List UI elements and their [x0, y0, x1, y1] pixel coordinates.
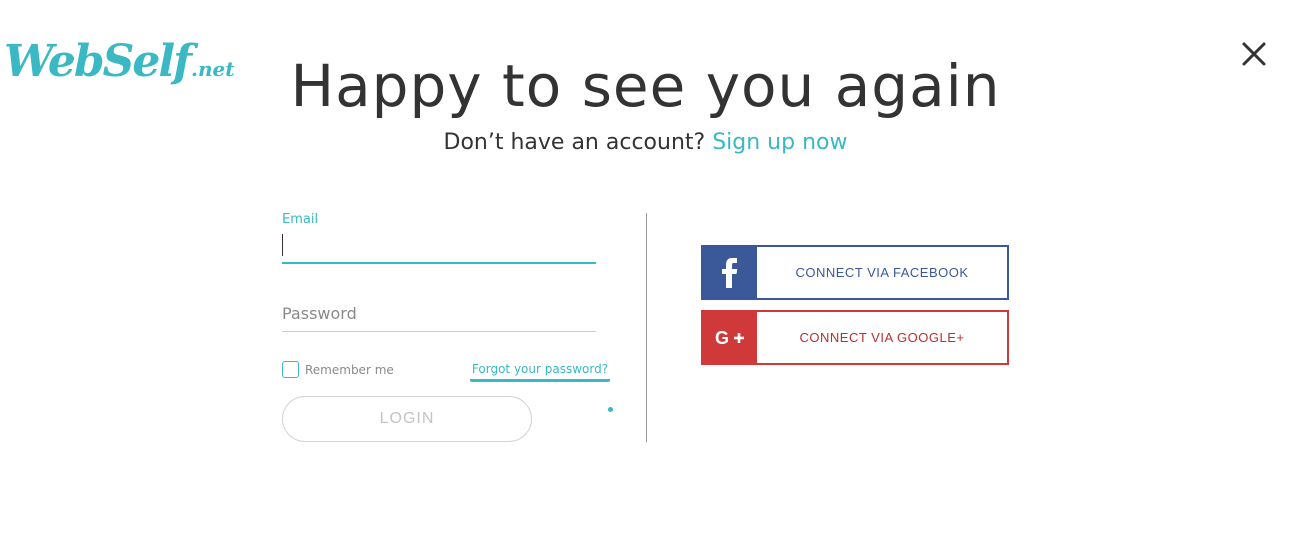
password-field[interactable] [282, 300, 596, 332]
signup-link[interactable]: Sign up now [712, 130, 847, 155]
vertical-divider [646, 213, 647, 442]
remember-me-checkbox[interactable] [282, 361, 299, 378]
signup-prompt: Don’t have an account? Sign up now [0, 128, 1291, 158]
svg-text:G: G [715, 328, 729, 348]
facebook-icon [703, 247, 757, 298]
focus-dot [608, 407, 613, 412]
email-field[interactable]: Email [282, 212, 596, 264]
text-caret [282, 234, 283, 256]
remember-me[interactable]: Remember me [282, 361, 394, 378]
login-button[interactable]: LOGIN [282, 396, 532, 442]
email-label: Email [282, 212, 319, 227]
google-connect-button[interactable]: G CONNECT VIA GOOGLE+ [701, 310, 1009, 365]
forgot-password-link[interactable]: Forgot your password? [470, 362, 610, 382]
google-connect-label: CONNECT VIA GOOGLE+ [799, 330, 965, 345]
password-input[interactable] [282, 300, 596, 326]
remember-me-label: Remember me [305, 362, 394, 377]
google-plus-icon: G [703, 312, 757, 363]
email-input[interactable] [282, 232, 596, 260]
facebook-connect-button[interactable]: CONNECT VIA FACEBOOK [701, 245, 1009, 300]
page-title: Happy to see you again [290, 52, 1001, 120]
facebook-connect-label: CONNECT VIA FACEBOOK [795, 265, 969, 280]
signup-prompt-text: Don’t have an account? [443, 130, 706, 155]
login-modal: WebSelf.net Happy to see you again Don’t… [0, 0, 1291, 533]
